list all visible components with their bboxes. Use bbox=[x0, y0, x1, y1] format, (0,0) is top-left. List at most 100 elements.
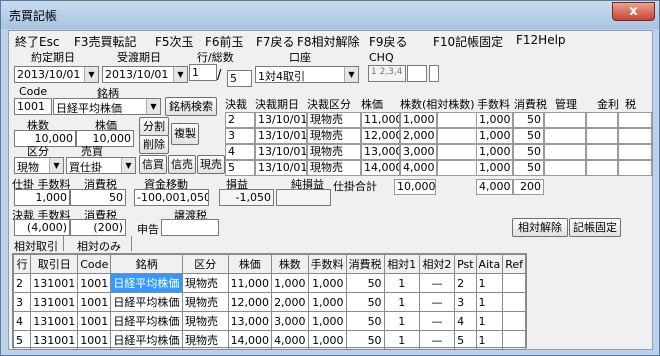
grid-cell[interactable]: 2 bbox=[454, 273, 477, 293]
copy-button[interactable]: 複製 bbox=[171, 123, 199, 145]
grid-header[interactable]: 相対2 bbox=[418, 254, 456, 274]
menu-exit[interactable]: 終了Esc bbox=[15, 33, 59, 50]
settle-cell-kubun[interactable]: 現物売 bbox=[307, 160, 361, 176]
settle-cell-kubun[interactable]: 現物売 bbox=[307, 144, 361, 160]
grid-cell[interactable]: 50 bbox=[345, 311, 385, 331]
grid-cell[interactable]: 日経平均株価 bbox=[110, 273, 184, 293]
settle-cell-manage[interactable] bbox=[544, 128, 586, 144]
settle-cell-date[interactable]: 13/10/01 bbox=[255, 112, 307, 128]
settle-cell-no[interactable]: 5 bbox=[225, 160, 255, 176]
cash-sell-button[interactable]: 現売 bbox=[197, 155, 225, 174]
table-row[interactable]: 2 131001 1001 日経平均株価 現物売 11,000 1,000 1,000 50 1—… bbox=[12, 273, 526, 293]
grid-cell[interactable]: 1,000 bbox=[307, 330, 347, 350]
grid-cell[interactable]: 日経平均株価 bbox=[110, 330, 184, 350]
grid-cell[interactable]: 50 bbox=[345, 330, 385, 350]
settle-cell-fee[interactable]: 1,000 bbox=[476, 144, 513, 160]
grid-cell[interactable]: 1,000 bbox=[307, 273, 347, 293]
grid-cell[interactable]: 50 bbox=[345, 273, 385, 293]
settle-cell-manage[interactable] bbox=[544, 160, 586, 176]
close-button[interactable]: x bbox=[612, 2, 655, 21]
grid-cell[interactable]: — bbox=[418, 292, 456, 312]
settle-cell-rel-qty[interactable] bbox=[437, 160, 477, 176]
grid-header[interactable]: 手数料 bbox=[307, 254, 347, 274]
grid-cell[interactable]: 現物売 bbox=[182, 330, 229, 350]
tab-relative-trade[interactable]: 相対取引 bbox=[14, 238, 58, 254]
settle-cell-no[interactable]: 4 bbox=[225, 144, 255, 160]
chq-box-2[interactable] bbox=[407, 65, 427, 82]
row-input[interactable]: 1 bbox=[189, 64, 217, 81]
settle-cell-date[interactable]: 13/10/01 bbox=[255, 144, 307, 160]
delete-button[interactable]: 削除 bbox=[139, 135, 169, 154]
grid-cell[interactable]: 1 bbox=[475, 292, 504, 312]
title-bar[interactable]: 売買記帳 x bbox=[1, 1, 659, 29]
settle-cell-tax[interactable]: 50 bbox=[513, 144, 544, 160]
grid-cell[interactable]: 1001 bbox=[77, 330, 112, 350]
grid-header[interactable]: Ref bbox=[502, 254, 526, 274]
grid-cell[interactable]: 3,000 bbox=[271, 311, 309, 331]
grid-header[interactable]: 相対1 bbox=[383, 254, 420, 274]
grid-header[interactable]: 消費税 bbox=[345, 254, 385, 274]
grid-cell[interactable]: 11,000 bbox=[227, 273, 273, 293]
settle-cell-zei[interactable] bbox=[618, 160, 652, 176]
settle-cell-rel-qty[interactable] bbox=[437, 112, 477, 128]
settle-cell-date[interactable]: 13/10/01 bbox=[255, 128, 307, 144]
grid-header[interactable]: 株価 bbox=[227, 254, 273, 274]
grid-cell[interactable]: 1,000 bbox=[307, 311, 347, 331]
grid-header[interactable]: 株数 bbox=[271, 254, 309, 274]
grid-cell[interactable]: — bbox=[418, 330, 456, 350]
grid-cell[interactable]: 131001 bbox=[30, 273, 79, 293]
grid-cell[interactable]: 13,000 bbox=[227, 311, 273, 331]
settle-cell-fee[interactable]: 1,000 bbox=[476, 160, 513, 176]
credit-buy-button[interactable]: 信買 bbox=[139, 155, 167, 174]
settle-cell-qty[interactable]: 2,000 bbox=[400, 128, 437, 144]
settle-cell-price[interactable]: 13,000 bbox=[361, 144, 400, 160]
transfer-tax-field[interactable] bbox=[161, 219, 219, 236]
grid-cell[interactable]: 1001 bbox=[77, 292, 112, 312]
settle-cell-interest[interactable] bbox=[586, 128, 618, 144]
delivery-date-select[interactable]: 2013/10/01 ▼ bbox=[102, 66, 188, 83]
settle-cell-zei[interactable] bbox=[618, 128, 652, 144]
menu-next[interactable]: F5次玉 bbox=[155, 33, 194, 50]
grid-header[interactable]: Aita bbox=[475, 254, 504, 274]
settle-cell-fee[interactable]: 1,000 bbox=[476, 128, 513, 144]
grid-cell[interactable]: 1 bbox=[383, 292, 420, 312]
menu-relative-release[interactable]: F8相対解除 bbox=[297, 33, 360, 50]
menu-fix[interactable]: F10記帳固定 bbox=[433, 33, 503, 50]
grid-cell[interactable]: 現物売 bbox=[182, 311, 229, 331]
cash-move-field[interactable]: -100,001,050 bbox=[134, 189, 209, 206]
grid-cell[interactable]: 1 bbox=[383, 273, 420, 293]
grid-cell[interactable]: — bbox=[418, 273, 456, 293]
menu-back-f9[interactable]: F9戻る bbox=[369, 33, 408, 50]
settle-cell-tax[interactable]: 50 bbox=[513, 128, 544, 144]
settle-cell-qty[interactable]: 3,000 bbox=[400, 144, 437, 160]
settle-cell-rel-qty[interactable] bbox=[437, 144, 477, 160]
grid-cell[interactable]: 1 bbox=[475, 330, 504, 350]
grid-cell[interactable]: 1 bbox=[475, 273, 504, 293]
settle-cell-tax[interactable]: 50 bbox=[513, 160, 544, 176]
grid-header[interactable]: 行 bbox=[12, 254, 32, 274]
chq-box-3[interactable] bbox=[429, 65, 439, 82]
grid-cell[interactable]: 14,000 bbox=[227, 330, 273, 350]
grid-cell[interactable] bbox=[502, 330, 526, 350]
settle-cell-manage[interactable] bbox=[544, 112, 586, 128]
settle-cell-zei[interactable] bbox=[618, 144, 652, 160]
settle-cell-price[interactable]: 12,000 bbox=[361, 128, 400, 144]
name-select[interactable]: 日経平均株価 ▼ bbox=[53, 98, 161, 115]
table-row[interactable]: 5 131001 1001 日経平均株価 現物売 14,000 4,000 1,000 50 1—… bbox=[12, 330, 526, 350]
code-input[interactable]: 1001 bbox=[14, 98, 52, 115]
settle-cell-price[interactable]: 14,000 bbox=[361, 160, 400, 176]
grid-cell[interactable]: 1,000 bbox=[271, 273, 309, 293]
grid-header[interactable]: Pst bbox=[454, 254, 477, 274]
grid-cell[interactable]: 1 bbox=[383, 330, 420, 350]
grid-cell[interactable]: 1,000 bbox=[307, 292, 347, 312]
table-row[interactable]: 3 131001 1001 日経平均株価 現物売 12,000 2,000 1,000 50 1—… bbox=[12, 292, 526, 312]
settle-cell-date[interactable]: 13/10/01 bbox=[255, 160, 307, 176]
trade-grid[interactable]: 行取引日 Code 銘柄 区分 株価 株数 手数料 消費税 相対1 相対2 Pst Aita Ref 2… bbox=[12, 253, 527, 350]
grid-cell[interactable]: 現物売 bbox=[182, 273, 229, 293]
settle-cell-qty[interactable]: 4,000 bbox=[400, 160, 437, 176]
grid-header[interactable]: 取引日 bbox=[30, 254, 79, 274]
grid-cell[interactable]: 1 bbox=[383, 311, 420, 331]
grid-cell[interactable]: 4 bbox=[454, 311, 477, 331]
settle-cell-rel-qty[interactable] bbox=[437, 128, 477, 144]
grid-cell[interactable]: 131001 bbox=[30, 292, 79, 312]
